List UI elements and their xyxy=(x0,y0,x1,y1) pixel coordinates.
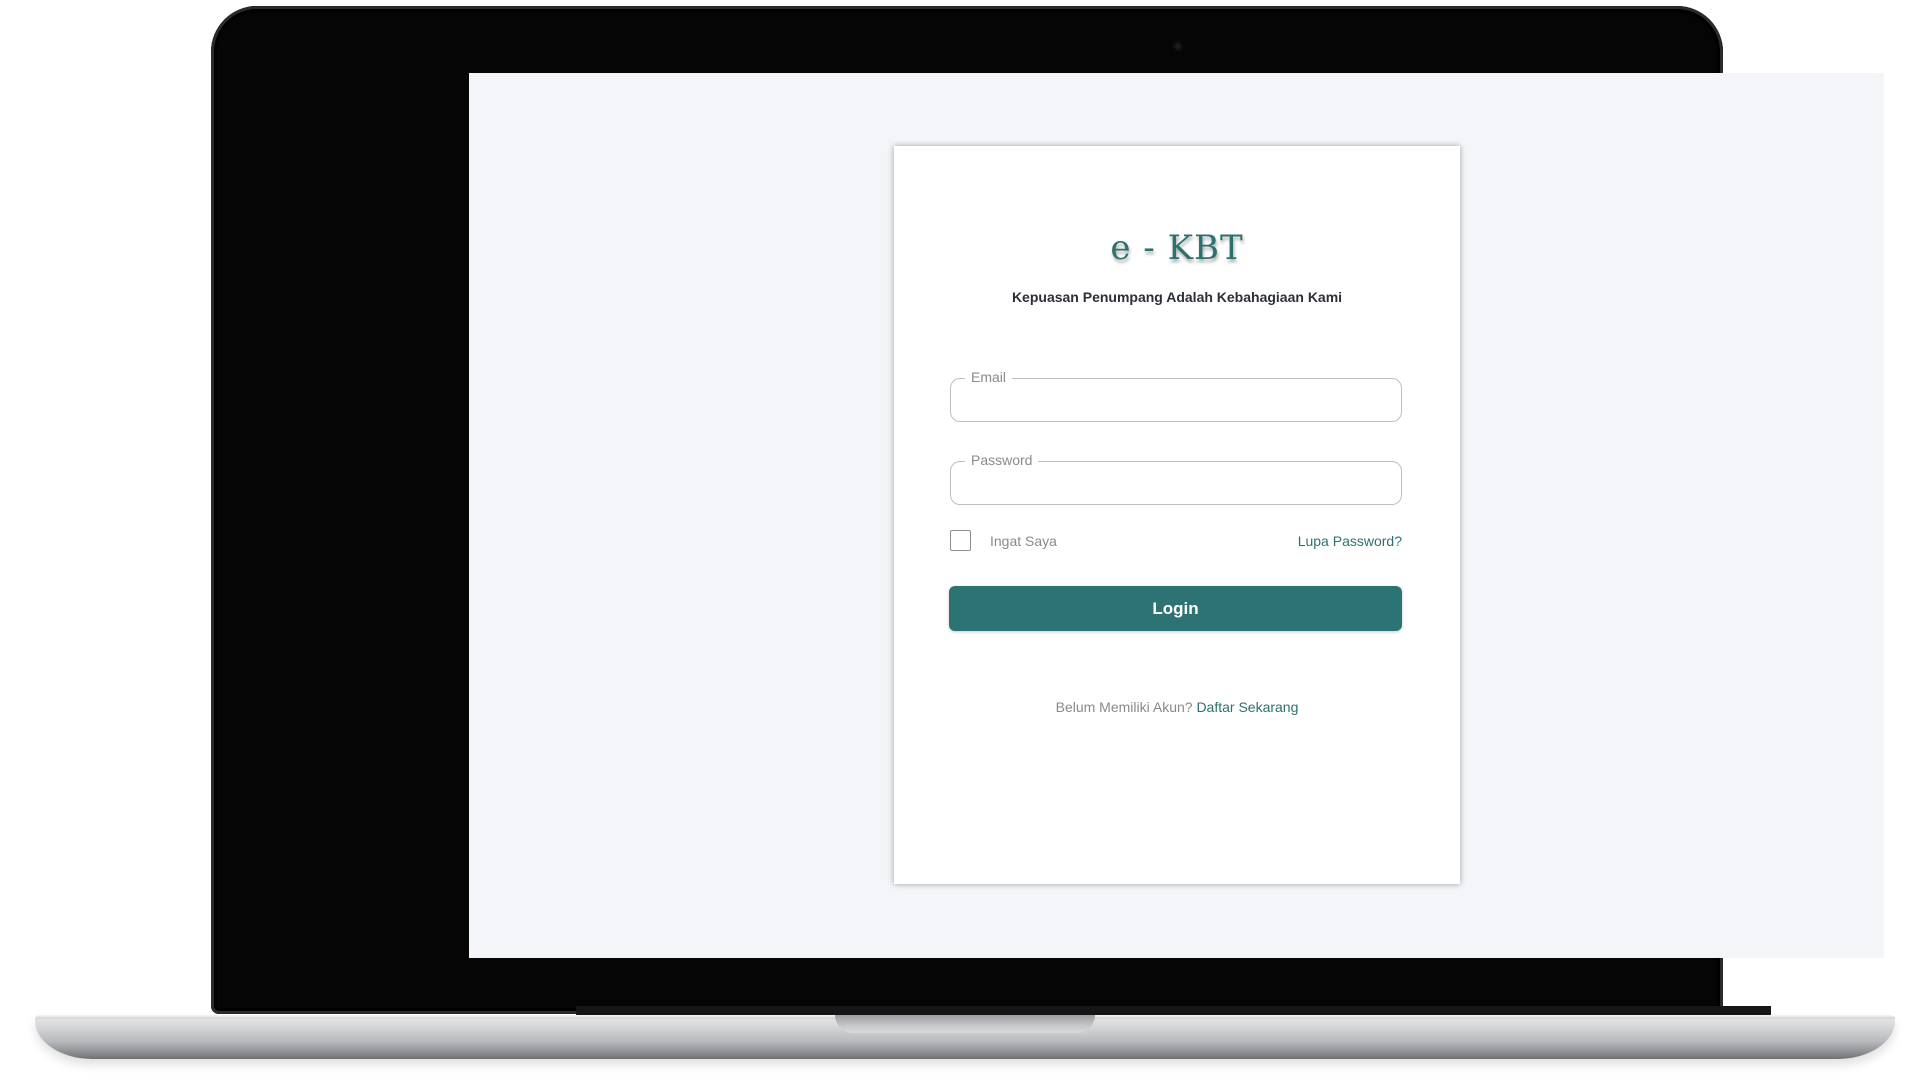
email-input[interactable] xyxy=(965,389,1387,413)
email-field[interactable]: Email xyxy=(950,369,1402,422)
register-prompt: Belum Memiliki Akun? xyxy=(1055,699,1193,715)
laptop-hinge-notch xyxy=(835,1015,1095,1033)
brand-logo: e - KBT xyxy=(1110,228,1244,268)
tagline: Kepuasan Penumpang Adalah Kebahagiaan Ka… xyxy=(1011,289,1343,305)
forgot-password-link[interactable]: Lupa Password? xyxy=(1298,533,1402,549)
password-input[interactable] xyxy=(965,472,1387,496)
register-row: Belum Memiliki Akun? Daftar Sekarang xyxy=(894,699,1460,715)
laptop-screen: e - KBT Kepuasan Penumpang Adalah Kebaha… xyxy=(469,73,1884,958)
webcam-icon xyxy=(1173,41,1183,51)
remember-label[interactable]: Ingat Saya xyxy=(990,533,1057,549)
remember-row: Ingat Saya Lupa Password? xyxy=(950,530,1402,554)
laptop-mockup: e - KBT Kepuasan Penumpang Adalah Kebaha… xyxy=(0,0,1920,1080)
password-label: Password xyxy=(965,452,1039,468)
email-label: Email xyxy=(965,369,1013,385)
remember-checkbox[interactable] xyxy=(950,530,971,551)
laptop-bezel: e - KBT Kepuasan Penumpang Adalah Kebaha… xyxy=(211,6,1884,1018)
login-button[interactable]: Login xyxy=(949,586,1402,631)
login-card: e - KBT Kepuasan Penumpang Adalah Kebaha… xyxy=(894,146,1460,884)
register-link[interactable]: Daftar Sekarang xyxy=(1196,699,1298,715)
password-field[interactable]: Password xyxy=(950,452,1402,505)
